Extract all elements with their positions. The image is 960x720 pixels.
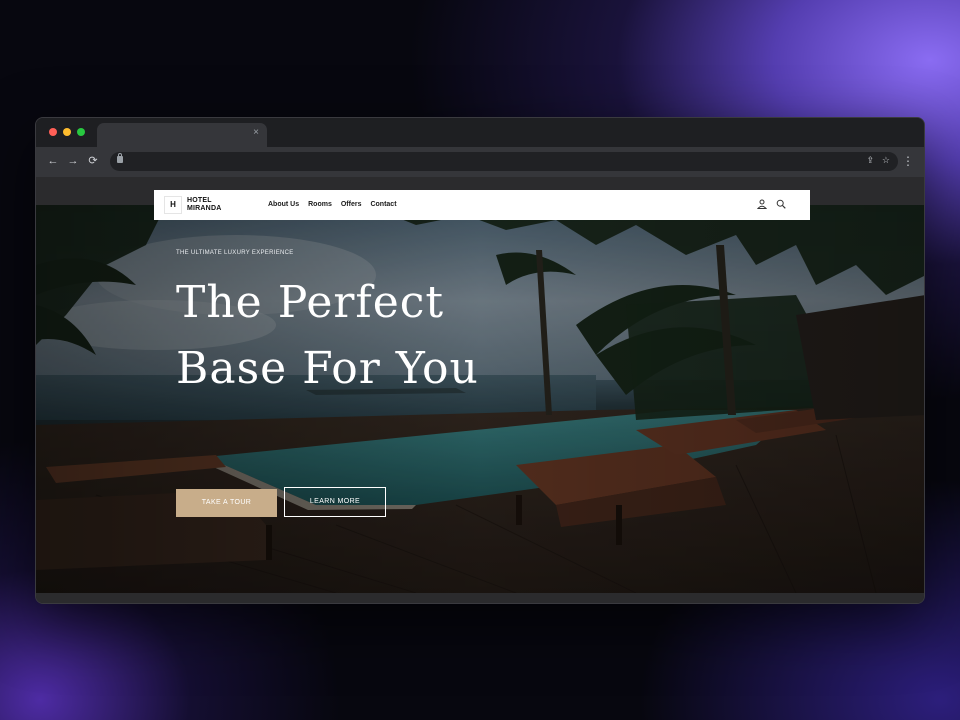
hero-eyebrow: THE ULTIMATE LUXURY EXPERIENCE	[176, 250, 294, 256]
logo-line-miranda: MIRANDA	[187, 205, 222, 212]
kebab-menu-icon[interactable]: ⋮	[902, 153, 914, 169]
search-icon[interactable]	[776, 199, 786, 209]
logo-mark[interactable]: H	[164, 196, 182, 214]
nav-rooms[interactable]: Rooms	[308, 201, 332, 208]
close-window-button[interactable]	[49, 128, 57, 136]
browser-window: × ← → ⟳ ⇪ ☆ ⋮ H HOTEL MIRANDA About Us R…	[35, 117, 925, 604]
browser-tab[interactable]: ×	[97, 123, 267, 147]
forward-button[interactable]: →	[65, 153, 81, 169]
user-icon[interactable]	[757, 199, 767, 209]
nav-about-us[interactable]: About Us	[268, 201, 299, 208]
minimize-window-button[interactable]	[63, 128, 71, 136]
main-nav: About Us Rooms Offers Contact	[268, 201, 397, 208]
address-bar[interactable]: ⇪ ☆	[110, 152, 898, 171]
logo-text[interactable]: HOTEL MIRANDA	[187, 197, 237, 213]
hero-headline: The Perfect Base For You	[176, 270, 556, 402]
maximize-window-button[interactable]	[77, 128, 85, 136]
window-controls	[49, 128, 85, 136]
nav-contact[interactable]: Contact	[370, 201, 396, 208]
site-header: H HOTEL MIRANDA About Us Rooms Offers Co…	[154, 190, 810, 220]
tab-close-icon[interactable]: ×	[253, 127, 259, 138]
tab-bar: ×	[36, 118, 924, 147]
hero-headline-line1: The Perfect	[176, 277, 445, 328]
web-page: H HOTEL MIRANDA About Us Rooms Offers Co…	[36, 177, 924, 603]
star-icon[interactable]: ☆	[882, 155, 890, 166]
nav-offers[interactable]: Offers	[341, 201, 362, 208]
lock-icon	[117, 153, 123, 163]
browser-toolbar: ← → ⟳ ⇪ ☆ ⋮	[36, 147, 924, 177]
reload-button[interactable]: ⟳	[85, 153, 101, 169]
back-button[interactable]: ←	[45, 153, 61, 169]
page-bottom-strip	[36, 593, 924, 603]
take-a-tour-button[interactable]: TAKE A TOUR	[176, 489, 277, 517]
learn-more-button[interactable]: LEARN MORE	[284, 487, 386, 517]
hero-headline-line2: Base For You	[176, 343, 479, 394]
share-icon[interactable]: ⇪	[866, 155, 874, 166]
logo-line-hotel: HOTEL	[187, 197, 212, 204]
